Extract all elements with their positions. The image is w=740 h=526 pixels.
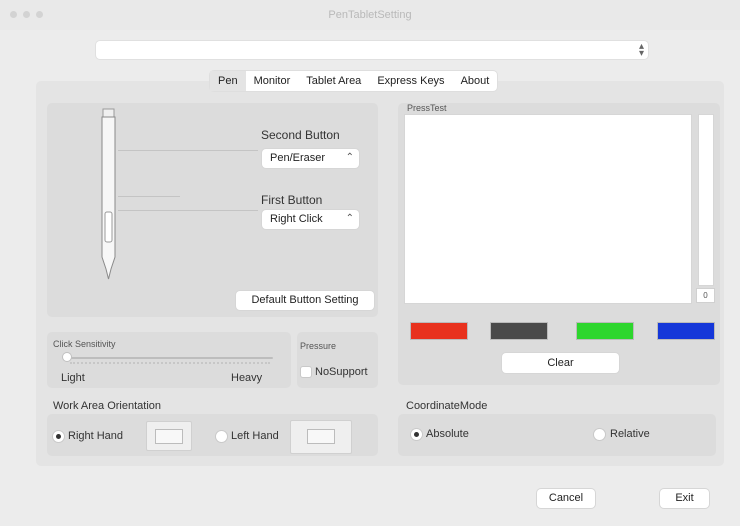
pressure-nosupport-label: NoSupport <box>315 366 368 378</box>
left-hand-radio[interactable] <box>216 431 227 442</box>
first-button-value: Right Click <box>270 213 323 225</box>
chevron-updown-icon: ▴ ▾ <box>638 41 644 59</box>
left-hand-label: Left Hand <box>231 430 279 442</box>
click-sensitivity-track[interactable] <box>63 357 273 359</box>
first-button-select[interactable]: Right Click ⌃ <box>262 210 359 229</box>
right-hand-tablet-icon <box>146 421 192 451</box>
right-hand-label: Right Hand <box>68 430 124 442</box>
default-button-setting-button[interactable]: Default Button Setting <box>236 291 374 310</box>
color-swatch-gray[interactable] <box>490 322 548 340</box>
click-sensitivity-ticks <box>70 362 270 366</box>
absolute-label: Absolute <box>426 428 469 440</box>
click-sensitivity-knob[interactable] <box>63 353 71 361</box>
click-sensitivity-title: Click Sensitivity <box>53 339 116 349</box>
sensitivity-min-label: Light <box>61 372 85 384</box>
orientation-title: Work Area Orientation <box>53 400 162 412</box>
tab-tablet-area[interactable]: Tablet Area <box>298 71 369 91</box>
tab-about[interactable]: About <box>453 71 498 91</box>
clear-button[interactable]: Clear <box>502 353 619 373</box>
wire-second-button-tail <box>118 196 180 198</box>
first-button-label: First Button <box>261 193 323 207</box>
second-button-label: Second Button <box>261 128 340 142</box>
wire-first-button <box>118 210 258 239</box>
chevron-updown-icon: ⌃ <box>345 213 354 224</box>
color-swatch-blue[interactable] <box>657 322 715 340</box>
tab-pen[interactable]: Pen <box>210 71 246 91</box>
color-swatch-red[interactable] <box>410 322 468 340</box>
color-swatch-green[interactable] <box>576 322 634 340</box>
relative-label: Relative <box>610 428 650 440</box>
window-title: PenTabletSetting <box>328 9 412 21</box>
relative-radio[interactable] <box>594 429 605 440</box>
tab-bar: Pen Monitor Tablet Area Express Keys Abo… <box>210 71 498 91</box>
second-button-select[interactable]: Pen/Eraser ⌃ <box>262 149 359 168</box>
second-button-value: Pen/Eraser <box>270 152 326 164</box>
left-hand-tablet-icon <box>290 420 352 454</box>
pressure-title: Pressure <box>300 341 337 351</box>
pressure-level-bar <box>698 114 714 286</box>
press-test-title: PressTest <box>407 103 447 113</box>
pressure-value: 0 <box>696 288 715 303</box>
right-hand-radio[interactable] <box>53 431 64 442</box>
tab-monitor[interactable]: Monitor <box>246 71 299 91</box>
sensitivity-max-label: Heavy <box>231 372 263 384</box>
title-bar: PenTabletSetting <box>0 0 740 30</box>
device-select[interactable]: ▴ ▾ <box>96 41 648 59</box>
coordinate-mode-title: CoordinateMode <box>406 400 488 412</box>
pressure-nosupport-checkbox[interactable] <box>301 367 311 377</box>
chevron-updown-icon: ⌃ <box>345 152 354 163</box>
exit-button[interactable]: Exit <box>660 489 709 508</box>
wire-second-button <box>118 150 258 197</box>
cancel-button[interactable]: Cancel <box>537 489 595 508</box>
tab-express-keys[interactable]: Express Keys <box>369 71 452 91</box>
absolute-radio[interactable] <box>411 429 422 440</box>
press-test-canvas[interactable] <box>404 114 692 304</box>
